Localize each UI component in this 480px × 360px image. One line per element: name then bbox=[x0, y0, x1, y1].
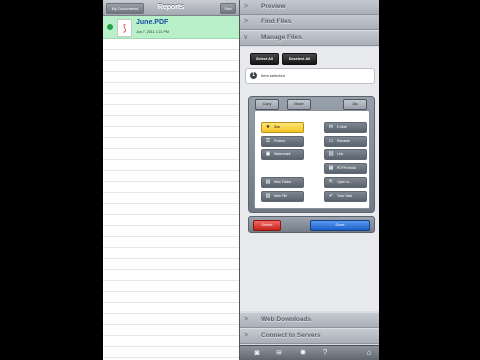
rename-button[interactable]: ▭ Rename bbox=[324, 136, 367, 147]
document-list-navbar: My Documents Reports Sort bbox=[103, 0, 239, 16]
lock-icon: ⚿ bbox=[266, 138, 270, 144]
file-name: June.PDF bbox=[136, 19, 169, 26]
open-in-icon: ⇱ bbox=[328, 179, 334, 185]
chevron-right-icon: > bbox=[244, 316, 249, 323]
bottom-toolbar: ◙ ≋ ✹ ? ⌂ bbox=[240, 345, 379, 360]
my-documents-button[interactable]: My Documents bbox=[106, 3, 144, 14]
star-icon[interactable]: ☆ bbox=[230, 17, 237, 26]
selection-status: 1 Item selected bbox=[245, 68, 375, 84]
pdf-portfolio-button[interactable]: ▦ PDFPortfolio bbox=[324, 163, 367, 174]
section-label: Find Files bbox=[261, 18, 292, 25]
portfolio-icon: ▦ bbox=[328, 165, 334, 171]
section-label: Manage Files bbox=[261, 34, 302, 41]
star-icon: ★ bbox=[265, 124, 271, 130]
section-label: Connect to Servers bbox=[261, 332, 321, 339]
folder-title: Reports bbox=[157, 4, 185, 11]
section-label: Web Downloads bbox=[261, 316, 312, 323]
protect-button[interactable]: ⚿ Protect bbox=[261, 136, 304, 147]
link-icon: ⛓ bbox=[327, 151, 335, 157]
watermark-button[interactable]: ▣ Watermark bbox=[261, 149, 304, 160]
settings-gear-icon[interactable]: ✹ bbox=[298, 348, 308, 358]
file-icon: ▥ bbox=[265, 193, 271, 199]
new-folder-button[interactable]: ▤ New Folder bbox=[261, 177, 304, 188]
sort-button[interactable]: Sort bbox=[220, 3, 236, 14]
document-list-pane: My Documents Reports Sort ⟆ June.PDF Jun… bbox=[103, 0, 239, 360]
open-in-button[interactable]: ⇱ Open In... bbox=[324, 177, 367, 188]
file-actions-panel: Copy Move Zip ★ Star ⚿ Protect ▣ Waterma… bbox=[248, 96, 375, 213]
folder-icon: ▤ bbox=[265, 179, 271, 185]
rename-icon: ▭ bbox=[328, 138, 334, 144]
delete-button[interactable]: Delete bbox=[253, 220, 281, 231]
watermark-icon: ▣ bbox=[265, 151, 271, 157]
file-row-june-pdf[interactable]: ⟆ June.PDF Jun 7, 2011 1:21 PM ☆ bbox=[103, 16, 239, 39]
todo-task-button[interactable]: ✔ Todo Task bbox=[324, 191, 367, 202]
done-button[interactable]: Done bbox=[310, 220, 370, 231]
actions-grid: ★ Star ⚿ Protect ▣ Watermark ▤ New Folde… bbox=[254, 110, 370, 209]
section-label: Preview bbox=[261, 3, 286, 10]
email-button[interactable]: ✉ E-Mail bbox=[324, 122, 367, 133]
help-icon[interactable]: ? bbox=[320, 348, 330, 358]
lock-icon[interactable]: ⌂ bbox=[364, 348, 374, 358]
section-find-files[interactable]: > Find Files bbox=[240, 15, 379, 30]
tools-pane: > Preview > Find Files v Manage Files Se… bbox=[240, 0, 379, 360]
chevron-right-icon: > bbox=[244, 18, 249, 25]
section-preview[interactable]: > Preview bbox=[240, 0, 379, 15]
mail-icon: ✉ bbox=[328, 124, 334, 130]
section-web-downloads[interactable]: > Web Downloads bbox=[240, 313, 379, 328]
star-button[interactable]: ★ Star bbox=[261, 122, 304, 133]
pdf-file-icon: ⟆ bbox=[117, 19, 132, 37]
ipad-screen: My Documents Reports Sort ⟆ June.PDF Jun… bbox=[103, 0, 379, 360]
selected-indicator-icon bbox=[107, 24, 113, 30]
tab-move[interactable]: Move bbox=[287, 99, 311, 110]
file-date: Jun 7, 2011 1:21 PM bbox=[136, 30, 169, 34]
chevron-down-icon: v bbox=[244, 34, 248, 41]
select-all-button[interactable]: Select All bbox=[250, 53, 279, 65]
section-connect-to-servers[interactable]: > Connect to Servers bbox=[240, 329, 379, 344]
new-file-button[interactable]: ▥ New File bbox=[261, 191, 304, 202]
section-manage-files[interactable]: v Manage Files bbox=[240, 31, 379, 46]
camera-icon[interactable]: ◙ bbox=[252, 348, 262, 358]
check-icon: ✔ bbox=[328, 193, 334, 199]
selection-status-text: Item selected bbox=[261, 73, 285, 78]
link-button[interactable]: ⛓ Link bbox=[324, 149, 367, 160]
chevron-right-icon: > bbox=[244, 3, 249, 10]
confirm-bar: Delete Done bbox=[248, 216, 375, 233]
info-icon: 1 bbox=[250, 72, 257, 79]
wifi-icon[interactable]: ≋ bbox=[274, 348, 284, 358]
tab-zip[interactable]: Zip bbox=[343, 99, 367, 110]
chevron-right-icon: > bbox=[244, 332, 249, 339]
tab-copy[interactable]: Copy bbox=[255, 99, 279, 110]
empty-list-area bbox=[103, 39, 239, 360]
deselect-all-button[interactable]: Deselect All bbox=[282, 53, 317, 65]
